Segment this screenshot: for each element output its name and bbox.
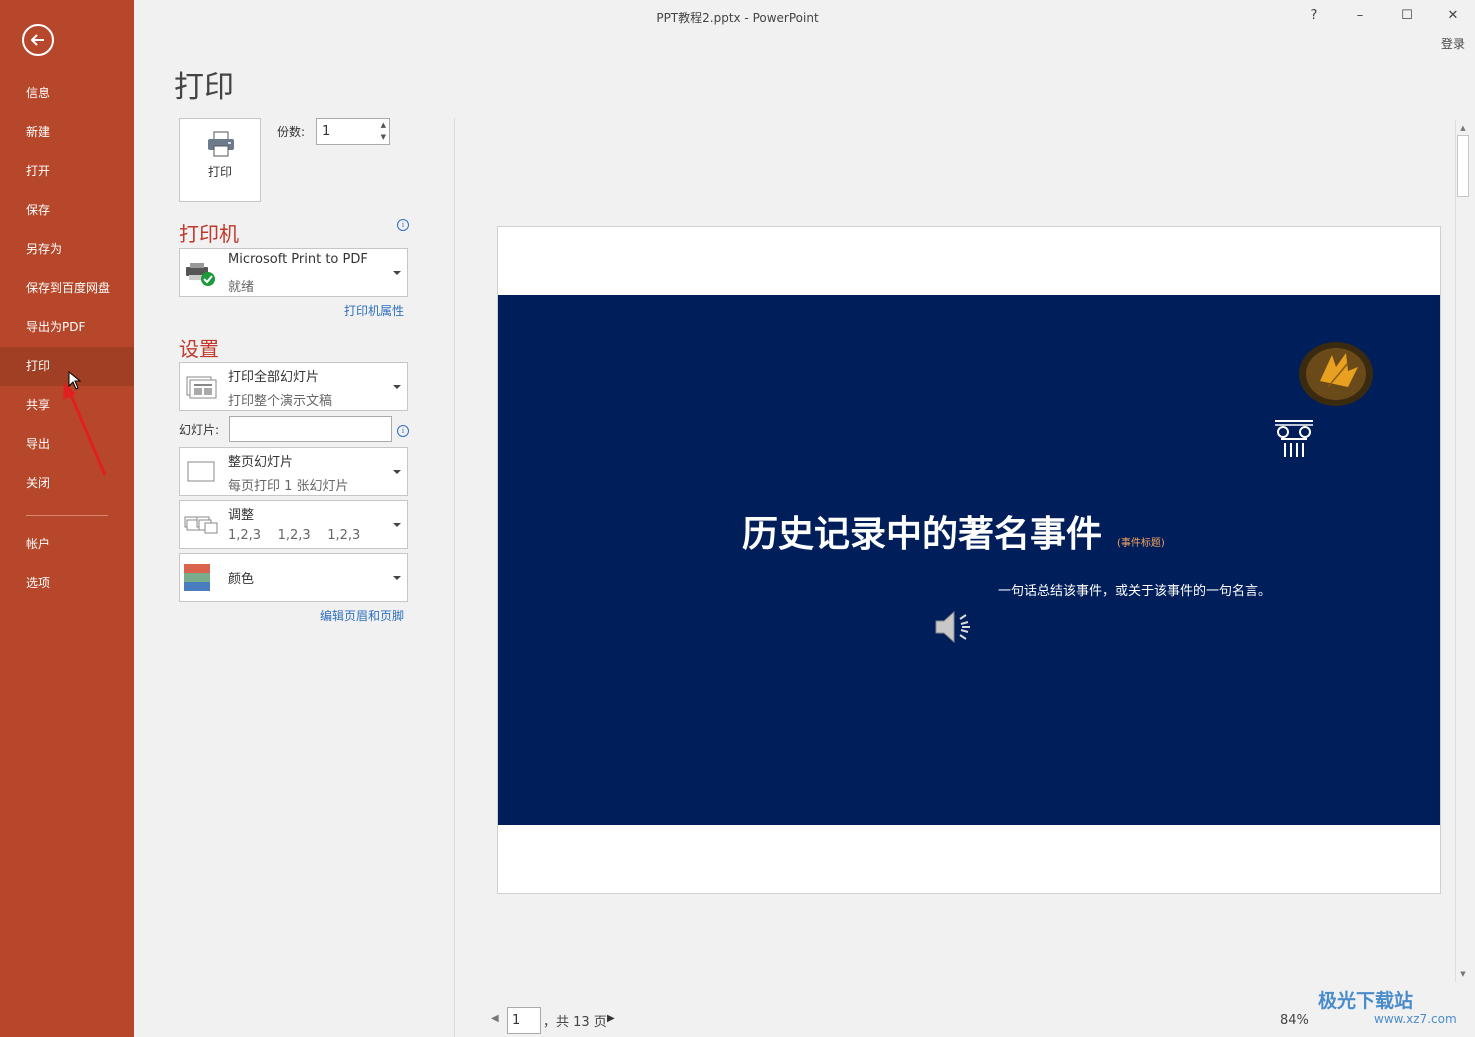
- color-select[interactable]: 颜色: [179, 553, 408, 602]
- collate-icon: [184, 516, 218, 533]
- slide-title-note: (事件标题): [1117, 538, 1165, 549]
- print-range-sub: 打印整个演示文稿: [228, 394, 333, 409]
- collate-select[interactable]: 调整 1,2,3 1,2,3 1,2,3: [179, 500, 408, 549]
- full-page-slide-icon: [187, 461, 215, 481]
- sidebar-item-save-baidu[interactable]: 保存到百度网盘: [0, 269, 134, 308]
- minimize-button[interactable]: –: [1345, 4, 1375, 28]
- autumn-leaf-image-icon: [1299, 342, 1373, 406]
- slide-title: 历史记录中的著名事件: [742, 514, 1103, 555]
- printer-heading: 打印机: [179, 222, 239, 246]
- layout-sub: 每页打印 1 张幻灯片: [228, 479, 349, 494]
- page-number-input[interactable]: 1: [507, 1007, 541, 1034]
- speaker-audio-icon: [935, 610, 970, 644]
- spin-down-icon[interactable]: ▼: [381, 134, 386, 141]
- printer-icon: [208, 131, 234, 157]
- sidebar-item-export-pdf[interactable]: 导出为PDF: [0, 308, 134, 347]
- scroll-up-icon[interactable]: ▲: [1456, 122, 1470, 134]
- help-button[interactable]: ?: [1299, 4, 1329, 28]
- printer-select[interactable]: Microsoft Print to PDF 就绪: [179, 248, 408, 297]
- slides-label: 幻灯片:: [179, 423, 220, 437]
- panel-divider: [454, 118, 455, 1037]
- sidebar-item-open[interactable]: 打开: [0, 152, 134, 191]
- printer-properties-link[interactable]: 打印机属性: [344, 302, 404, 319]
- maximize-button[interactable]: ☐: [1392, 4, 1422, 28]
- slides-input[interactable]: [229, 416, 392, 442]
- collate-title: 调整: [228, 508, 255, 523]
- window-title: PPT教程2.pptx - PowerPoint: [656, 11, 819, 25]
- edit-header-footer-link[interactable]: 编辑页眉和页脚: [320, 607, 404, 624]
- chevron-down-icon: [393, 522, 401, 527]
- chevron-down-icon: [393, 469, 401, 474]
- print-preview-page: 历史记录中的著名事件 (事件标题) 一句话总结该事件，或关于该事件的一句名言。: [497, 226, 1441, 894]
- copies-label: 份数:: [277, 125, 306, 139]
- chevron-down-icon: [393, 384, 401, 389]
- sidebar-item-save[interactable]: 保存: [0, 191, 134, 230]
- chevron-down-icon: [393, 575, 401, 580]
- chevron-down-icon: [393, 270, 401, 275]
- slide-preview: 历史记录中的著名事件 (事件标题) 一句话总结该事件，或关于该事件的一句名言。: [498, 295, 1440, 825]
- printer-info-icon[interactable]: i: [397, 219, 409, 231]
- sidebar-item-new[interactable]: 新建: [0, 113, 134, 152]
- print-range-select[interactable]: 打印全部幻灯片 打印整个演示文稿: [179, 362, 408, 411]
- layout-title: 整页幻灯片: [228, 455, 294, 470]
- printer-ready-icon: [186, 262, 215, 286]
- watermark-logo-text: 极光下载站: [1318, 990, 1414, 1012]
- spin-up-icon[interactable]: ▲: [381, 122, 386, 129]
- preview-scrollbar[interactable]: ▲ ▼: [1455, 120, 1470, 982]
- scrollbar-thumb[interactable]: [1457, 135, 1469, 197]
- printer-name: Microsoft Print to PDF: [228, 252, 368, 267]
- copies-stepper[interactable]: 1 ▲ ▼: [316, 118, 390, 145]
- sidebar-item-save-as[interactable]: 另存为: [0, 230, 134, 269]
- page-total: ，共 13 页: [543, 1015, 607, 1030]
- page-title: 打印: [174, 70, 234, 105]
- backstage-sidebar: 信息 新建 打开 保存 另存为 保存到百度网盘 导出为PDF 打印 共享 导出 …: [0, 0, 134, 1037]
- slides-info-icon[interactable]: i: [397, 425, 409, 437]
- login-link[interactable]: 登录: [1441, 35, 1465, 52]
- sidebar-item-options[interactable]: 选项: [0, 564, 134, 603]
- collate-sub: 1,2,3 1,2,3 1,2,3: [228, 528, 361, 543]
- close-button[interactable]: ✕: [1438, 4, 1468, 28]
- zoom-level[interactable]: 84%: [1280, 1013, 1309, 1028]
- back-button[interactable]: [22, 24, 54, 56]
- layout-select[interactable]: 整页幻灯片 每页打印 1 张幻灯片: [179, 447, 408, 496]
- sidebar-item-account[interactable]: 帐户: [0, 525, 134, 564]
- color-title: 颜色: [228, 572, 255, 587]
- watermark-url: www.xz7.com: [1374, 1012, 1457, 1026]
- print-range-title: 打印全部幻灯片: [228, 370, 320, 385]
- ionic-column-icon: [1275, 420, 1313, 457]
- red-annotation-arrow-icon: [63, 382, 107, 476]
- mouse-cursor-icon: [68, 371, 82, 390]
- sidebar-item-info[interactable]: 信息: [0, 74, 134, 113]
- color-swatch-icon: [184, 563, 210, 591]
- print-button-label: 打印: [207, 165, 232, 179]
- printer-status: 就绪: [228, 280, 255, 295]
- print-button[interactable]: 打印: [179, 118, 261, 202]
- copies-value: 1: [322, 124, 331, 139]
- settings-heading: 设置: [179, 337, 219, 361]
- sidebar-divider: [26, 515, 108, 516]
- slides-stack-icon: [186, 376, 217, 398]
- prev-page-icon[interactable]: ◀: [491, 1013, 499, 1024]
- slide-subtitle: 一句话总结该事件，或关于该事件的一句名言。: [998, 584, 1272, 599]
- back-arrow-icon: [30, 34, 44, 46]
- next-page-icon[interactable]: ▶: [607, 1013, 615, 1024]
- scroll-down-icon[interactable]: ▼: [1456, 968, 1470, 980]
